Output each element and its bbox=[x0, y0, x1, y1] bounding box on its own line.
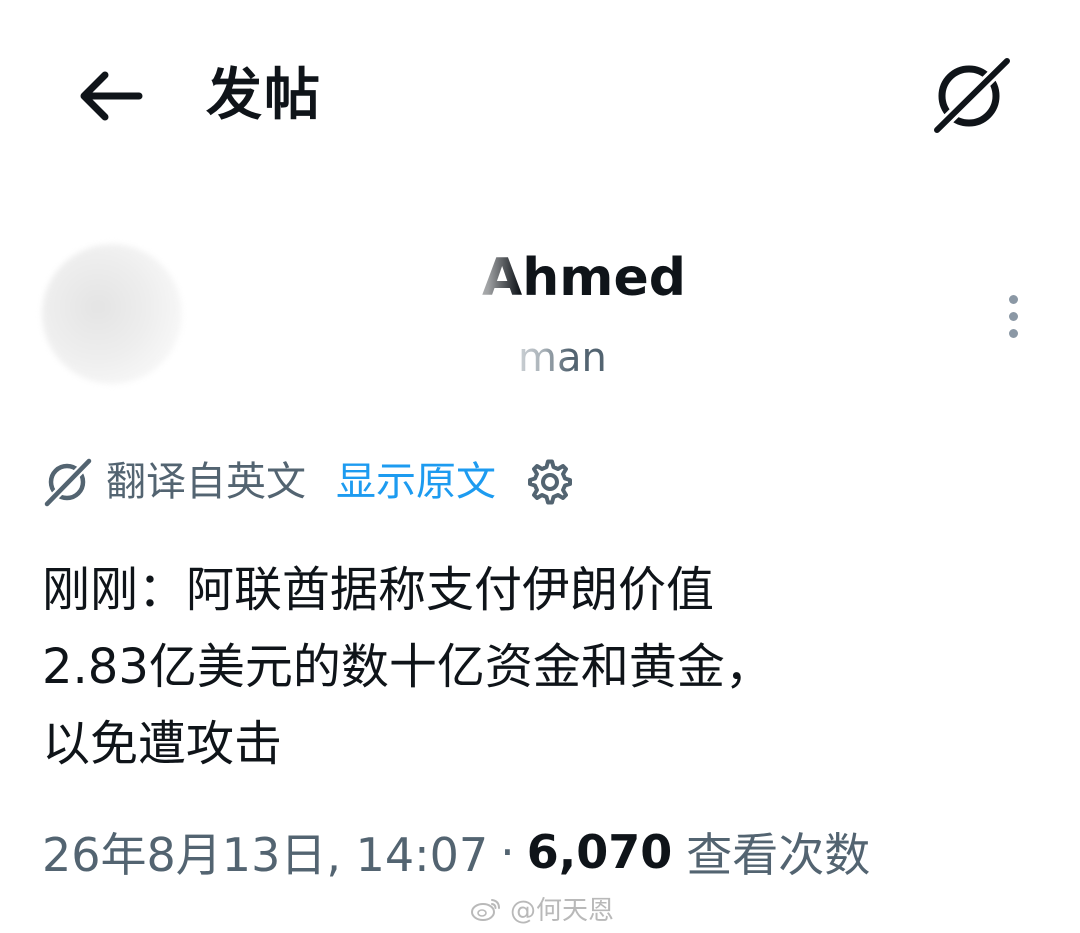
top-bar: 发帖 bbox=[0, 0, 1080, 190]
weibo-icon bbox=[470, 895, 504, 923]
more-vertical-icon bbox=[1008, 328, 1018, 338]
translation-label: 翻译自英文 bbox=[106, 459, 306, 505]
separator-dot: · bbox=[500, 825, 515, 879]
post-meta: 26年8月13日, 14:07 · 6,070 查看次数 bbox=[42, 812, 870, 892]
grok-button[interactable] bbox=[926, 54, 1016, 138]
watermark: @何天恩 bbox=[470, 890, 614, 927]
arrow-left-icon bbox=[80, 71, 143, 121]
post-text: 刚刚：阿联酋据称支付伊朗价值 2.83亿美元的数十亿资金和黄金， 以免遭攻击 bbox=[42, 562, 773, 772]
more-vertical-icon bbox=[1008, 294, 1018, 304]
redaction-fade bbox=[440, 244, 520, 312]
back-button[interactable] bbox=[70, 60, 150, 132]
gear-icon[interactable] bbox=[522, 454, 578, 510]
views-label[interactable]: 查看次数 bbox=[686, 819, 870, 885]
view-count[interactable]: 6,070 bbox=[527, 825, 673, 879]
show-original-link[interactable]: 显示原文 bbox=[336, 454, 496, 510]
more-vertical-icon bbox=[1008, 311, 1018, 321]
avatar[interactable] bbox=[42, 244, 182, 384]
translation-bar: 翻译自英文 显示原文 bbox=[40, 450, 578, 514]
grok-icon bbox=[40, 454, 96, 510]
page-title: 发帖 bbox=[206, 63, 322, 128]
grok-icon bbox=[931, 56, 1013, 136]
more-options-button[interactable] bbox=[990, 286, 1036, 346]
redaction-fade bbox=[480, 328, 570, 388]
post-timestamp[interactable]: 26年8月13日, 14:07 bbox=[42, 819, 488, 885]
watermark-text: @何天恩 bbox=[510, 896, 615, 926]
